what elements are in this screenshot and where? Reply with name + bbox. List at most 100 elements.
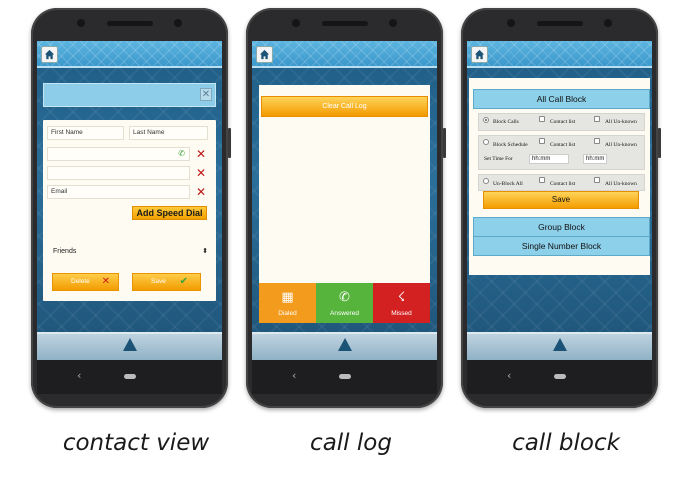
caption-call-log: call log	[310, 430, 392, 456]
save-button[interactable]: Save	[483, 191, 639, 209]
last-name-field[interactable]: Last Name	[129, 126, 208, 140]
back-icon[interactable]: ‹	[507, 369, 511, 382]
call-phone-icon[interactable]: ✆	[178, 148, 185, 160]
front-camera	[507, 19, 515, 27]
sensor	[174, 19, 182, 27]
bottom-bar: ‹	[252, 332, 437, 394]
home-pill[interactable]	[123, 374, 136, 379]
up-arrow-icon[interactable]	[552, 338, 567, 351]
all-unknown-checkbox[interactable]	[594, 138, 600, 144]
bottom-bar: ‹	[37, 332, 222, 394]
remove-phone-2-icon[interactable]: ✕	[196, 167, 206, 179]
group-select[interactable]: Friends ⬍	[53, 245, 208, 259]
tab-label: Answered	[330, 310, 359, 317]
block-schedule-label: Block Schedule	[493, 142, 528, 148]
block-calls-row: Block Calls Contact list All Un-known	[478, 113, 645, 131]
all-unknown-checkbox[interactable]	[594, 177, 600, 183]
side-button	[228, 128, 231, 158]
delete-button[interactable]: Delete ✕	[52, 273, 119, 291]
time-to-input[interactable]: hh:mm	[583, 154, 607, 164]
missed-call-icon: ☇	[397, 290, 406, 305]
top-bar	[37, 41, 222, 68]
screen: All Call Block Block Calls Contact list …	[467, 41, 652, 394]
unblock-all-row: Un-Block All Contact list All Un-known	[478, 174, 645, 191]
save-label: Save	[151, 278, 166, 285]
dialpad-icon: ▦	[281, 290, 294, 305]
contact-list-label: Contact list	[550, 119, 576, 125]
phone-icon: ✆	[339, 290, 350, 305]
home-icon	[44, 49, 55, 60]
home-button[interactable]	[41, 46, 58, 63]
unblock-all-radio[interactable]	[483, 178, 489, 184]
contact-list-label: Contact list	[550, 142, 576, 148]
caption-call-block: call block	[512, 430, 620, 456]
close-icon[interactable]: ✕	[200, 88, 212, 101]
contact-list-checkbox[interactable]	[539, 177, 545, 183]
block-calls-radio[interactable]	[483, 117, 489, 123]
front-camera	[77, 19, 85, 27]
clear-call-log-button[interactable]: Clear Call Log	[261, 96, 428, 117]
home-pill[interactable]	[553, 374, 566, 379]
home-pill[interactable]	[338, 374, 351, 379]
caption-contact-view: contact view	[62, 430, 210, 456]
top-bar	[252, 41, 437, 68]
all-unknown-label: All Un-known	[605, 119, 637, 125]
tab-answered[interactable]: ✆ Answered	[316, 283, 373, 323]
phone-contact-view: ✕ First Name Last Name ✆ ✕ ✕ Email ✕ Add…	[31, 8, 231, 408]
delete-x-icon: ✕	[101, 276, 110, 287]
phone-field-1[interactable]: ✆	[47, 147, 190, 161]
save-button[interactable]: Save ✔	[132, 273, 201, 291]
phone-call-log: Clear Call Log ▦ Dialed ✆ Answered ☇ Mis…	[246, 8, 446, 408]
remove-phone-1-icon[interactable]: ✕	[196, 148, 206, 160]
side-button	[658, 128, 661, 158]
remove-email-icon[interactable]: ✕	[196, 186, 206, 198]
time-from-input[interactable]: hh:mm	[529, 154, 569, 164]
all-unknown-checkbox[interactable]	[594, 116, 600, 122]
tab-missed[interactable]: ☇ Missed	[373, 283, 430, 323]
email-field[interactable]: Email	[47, 185, 190, 199]
screen: ✕ First Name Last Name ✆ ✕ ✕ Email ✕ Add…	[37, 41, 222, 394]
bottom-bar: ‹	[467, 332, 652, 394]
front-camera	[292, 19, 300, 27]
system-nav: ‹	[467, 360, 652, 394]
call-log-tabs: ▦ Dialed ✆ Answered ☇ Missed	[259, 283, 430, 323]
contact-list-checkbox[interactable]	[539, 138, 545, 144]
side-button	[443, 128, 446, 158]
tab-label: Missed	[391, 310, 412, 317]
system-nav: ‹	[37, 360, 222, 394]
home-button[interactable]	[256, 46, 273, 63]
phone-call-block: All Call Block Block Calls Contact list …	[461, 8, 661, 408]
unblock-all-label: Un-Block All	[493, 181, 523, 187]
contact-list-checkbox[interactable]	[539, 116, 545, 122]
back-icon[interactable]: ‹	[292, 369, 296, 382]
home-button[interactable]	[471, 46, 488, 63]
contact-form: First Name Last Name ✆ ✕ ✕ Email ✕ Add S…	[43, 120, 216, 301]
speaker	[321, 21, 368, 26]
add-speed-dial-button[interactable]: Add Speed Dial	[132, 206, 207, 220]
contact-list-label: Contact list	[550, 181, 576, 187]
sensor	[604, 19, 612, 27]
checkmark-icon: ✔	[179, 276, 188, 287]
contact-header: ✕	[43, 83, 216, 107]
up-arrow-icon[interactable]	[122, 338, 137, 351]
tab-dialed[interactable]: ▦ Dialed	[259, 283, 316, 323]
block-schedule-row: Block Schedule Contact list All Un-known…	[478, 135, 645, 170]
top-bar	[467, 41, 652, 68]
back-icon[interactable]: ‹	[77, 369, 81, 382]
phone-field-2[interactable]	[47, 166, 190, 180]
single-number-block-button[interactable]: Single Number Block	[473, 236, 650, 256]
screen: Clear Call Log ▦ Dialed ✆ Answered ☇ Mis…	[252, 41, 437, 394]
home-icon	[259, 49, 270, 60]
block-schedule-radio[interactable]	[483, 139, 489, 145]
speaker	[106, 21, 153, 26]
block-calls-label: Block Calls	[493, 119, 519, 125]
tab-label: Dialed	[278, 310, 297, 317]
home-icon	[474, 49, 485, 60]
first-name-field[interactable]: First Name	[47, 126, 124, 140]
group-block-button[interactable]: Group Block	[473, 217, 650, 237]
all-call-block-button[interactable]: All Call Block	[473, 89, 650, 109]
up-arrow-icon[interactable]	[337, 338, 352, 351]
delete-label: Delete	[71, 278, 90, 285]
all-unknown-label: All Un-known	[605, 142, 637, 148]
sensor	[389, 19, 397, 27]
